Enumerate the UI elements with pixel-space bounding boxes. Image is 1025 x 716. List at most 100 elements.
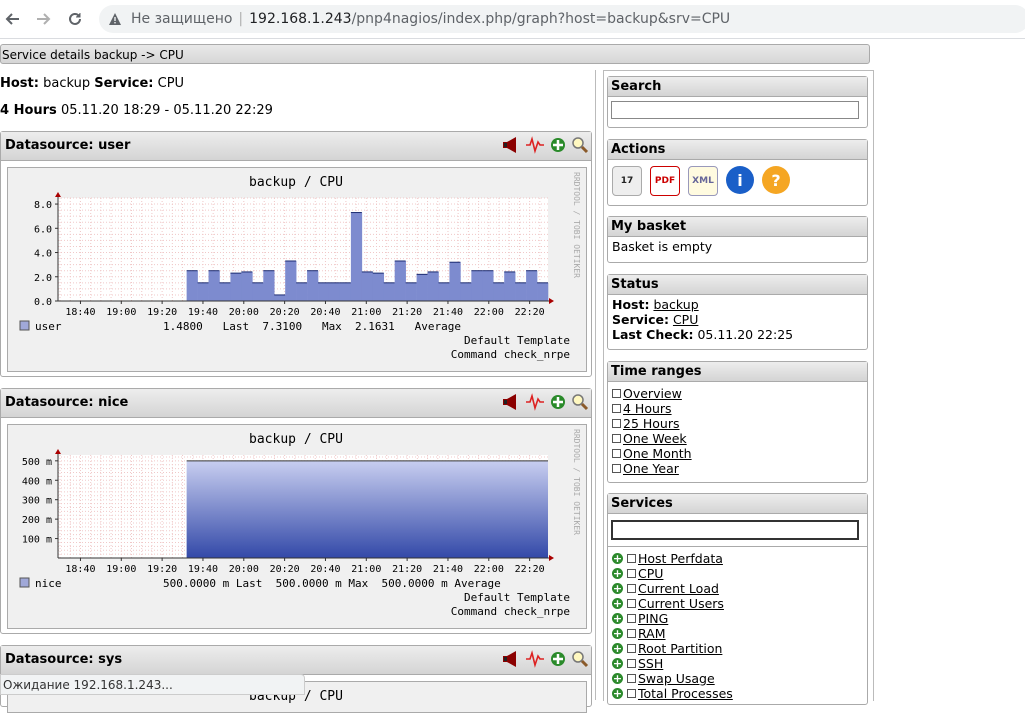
add-icon[interactable]: + (612, 688, 623, 699)
timerange-link[interactable]: 25 Hours (623, 416, 680, 431)
timerange-item[interactable]: Overview (612, 386, 863, 401)
graph-wave-icon[interactable] (525, 393, 545, 411)
template-label: Default Template (464, 591, 570, 604)
datasource-header: Datasource: nice (1, 389, 591, 418)
x-axis-arrow (549, 298, 554, 304)
service-link[interactable]: RAM (638, 626, 666, 641)
add-icon[interactable]: + (612, 613, 623, 624)
megaphone-icon[interactable] (501, 393, 521, 411)
legend-values: 1.4800 Last 7.3100 Max 2.1631 Average (163, 320, 461, 333)
timerange-link[interactable]: Overview (623, 386, 682, 401)
service-item[interactable]: + Host Perfdata (612, 551, 863, 566)
add-basket-icon[interactable] (549, 650, 567, 668)
service-label: Service: (94, 76, 154, 91)
services-box: Services + Host Perfdata + CPU + Current Lo… (607, 493, 868, 705)
zoom-icon[interactable] (571, 136, 589, 154)
services-filter-input[interactable] (611, 520, 859, 540)
chart-title: backup / CPU (249, 432, 343, 447)
status-check-value: 05.11.20 22:25 (697, 327, 794, 342)
y-tick-label: 2.0 (34, 273, 52, 284)
zoom-icon[interactable] (571, 393, 589, 411)
service-link[interactable]: Total Processes (638, 686, 733, 701)
service-link[interactable]: Swap Usage (638, 671, 715, 686)
add-basket-icon[interactable] (549, 136, 567, 154)
series-bar (526, 270, 538, 301)
search-input[interactable] (611, 101, 859, 119)
service-link[interactable]: Host Perfdata (638, 551, 723, 566)
add-icon[interactable]: + (612, 673, 623, 684)
service-item[interactable]: + RAM (612, 626, 863, 641)
datasource-header: Datasource: sys (1, 646, 591, 675)
timerange-link[interactable]: 4 Hours (623, 401, 672, 416)
x-tick-label: 20:00 (229, 564, 259, 575)
service-link[interactable]: PING (638, 611, 668, 626)
add-icon[interactable]: + (612, 598, 623, 609)
status-service-label: Service: (612, 312, 669, 327)
series-bar (328, 282, 341, 301)
host-label: Host: (0, 76, 39, 91)
series-bar (318, 282, 330, 301)
add-icon[interactable]: + (612, 583, 623, 594)
reload-button[interactable] (64, 8, 86, 30)
timerange-item[interactable]: One Year (612, 461, 863, 476)
megaphone-icon[interactable] (501, 650, 521, 668)
timerange-item[interactable]: One Month (612, 446, 863, 461)
calendar-icon[interactable]: 17 (612, 166, 642, 196)
series-bar (482, 270, 494, 301)
service-item[interactable]: + Current Users (612, 596, 863, 611)
service-item[interactable]: + CPU (612, 566, 863, 581)
service-item[interactable]: + SSH (612, 656, 863, 671)
service-item[interactable]: + Total Processes (612, 686, 863, 701)
add-basket-icon[interactable] (549, 393, 567, 411)
graph-wave-icon[interactable] (525, 650, 545, 668)
datasource-user-panel: Datasource: user backup / CPU RRDTOOL / … (0, 131, 592, 377)
series-bar (537, 282, 549, 301)
timerange-link[interactable]: One Year (623, 461, 679, 476)
url-text[interactable]: Не защищено | 192.168.1.243/pnp4nagios/ind… (131, 11, 730, 27)
back-button[interactable] (2, 8, 24, 30)
cpu-nice-graph[interactable]: backup / CPU RRDTOOL / TOBI OETIKER 100 … (7, 424, 587, 629)
external-link-icon (627, 599, 636, 608)
add-icon[interactable]: + (612, 628, 623, 639)
add-icon[interactable]: + (612, 658, 623, 669)
service-item[interactable]: + Root Partition (612, 641, 863, 656)
external-link-icon (627, 644, 636, 653)
help-icon[interactable]: ? (762, 166, 790, 194)
service-link[interactable]: CPU (638, 566, 663, 581)
cpu-user-graph[interactable]: backup / CPU RRDTOOL / TOBI OETIKER 0.0 2… (7, 167, 587, 372)
actions-box: Actions 17 PDF XML i ? (607, 139, 868, 206)
x-tick-label: 22:20 (515, 307, 545, 318)
forward-button[interactable] (32, 8, 54, 30)
service-link[interactable]: SSH (638, 656, 663, 671)
timerange-link[interactable]: One Month (623, 446, 692, 461)
megaphone-icon[interactable] (501, 136, 521, 154)
add-icon[interactable]: + (612, 643, 623, 654)
pdf-icon[interactable]: PDF (650, 166, 680, 196)
timerange-link[interactable]: One Week (623, 431, 687, 446)
external-link-icon (612, 449, 621, 458)
info-icon[interactable]: i (726, 166, 754, 194)
external-link-icon (627, 674, 636, 683)
add-icon[interactable]: + (612, 553, 623, 564)
xml-icon[interactable]: XML (688, 166, 718, 196)
service-item[interactable]: + Swap Usage (612, 671, 863, 686)
service-link[interactable]: Root Partition (638, 641, 722, 656)
x-tick-label: 20:20 (270, 564, 300, 575)
timerange-item[interactable]: One Week (612, 431, 863, 446)
status-service-link[interactable]: CPU (673, 312, 698, 327)
service-item[interactable]: + PING (612, 611, 863, 626)
service-link[interactable]: Current Users (638, 596, 724, 611)
timerange-item[interactable]: 4 Hours (612, 401, 863, 416)
status-host-link[interactable]: backup (653, 297, 698, 312)
timeranges-box: Time ranges Overview 4 Hours 25 Hours On… (607, 361, 868, 483)
service-item[interactable]: + Current Load (612, 581, 863, 596)
timerange-item[interactable]: 25 Hours (612, 416, 863, 431)
graph-wave-icon[interactable] (525, 136, 545, 154)
external-link-icon (612, 404, 621, 413)
external-link-icon (612, 434, 621, 443)
basket-title: My basket (608, 217, 867, 237)
zoom-icon[interactable] (571, 650, 589, 668)
series-bar (230, 273, 242, 301)
service-link[interactable]: Current Load (638, 581, 719, 596)
add-icon[interactable]: + (612, 568, 623, 579)
